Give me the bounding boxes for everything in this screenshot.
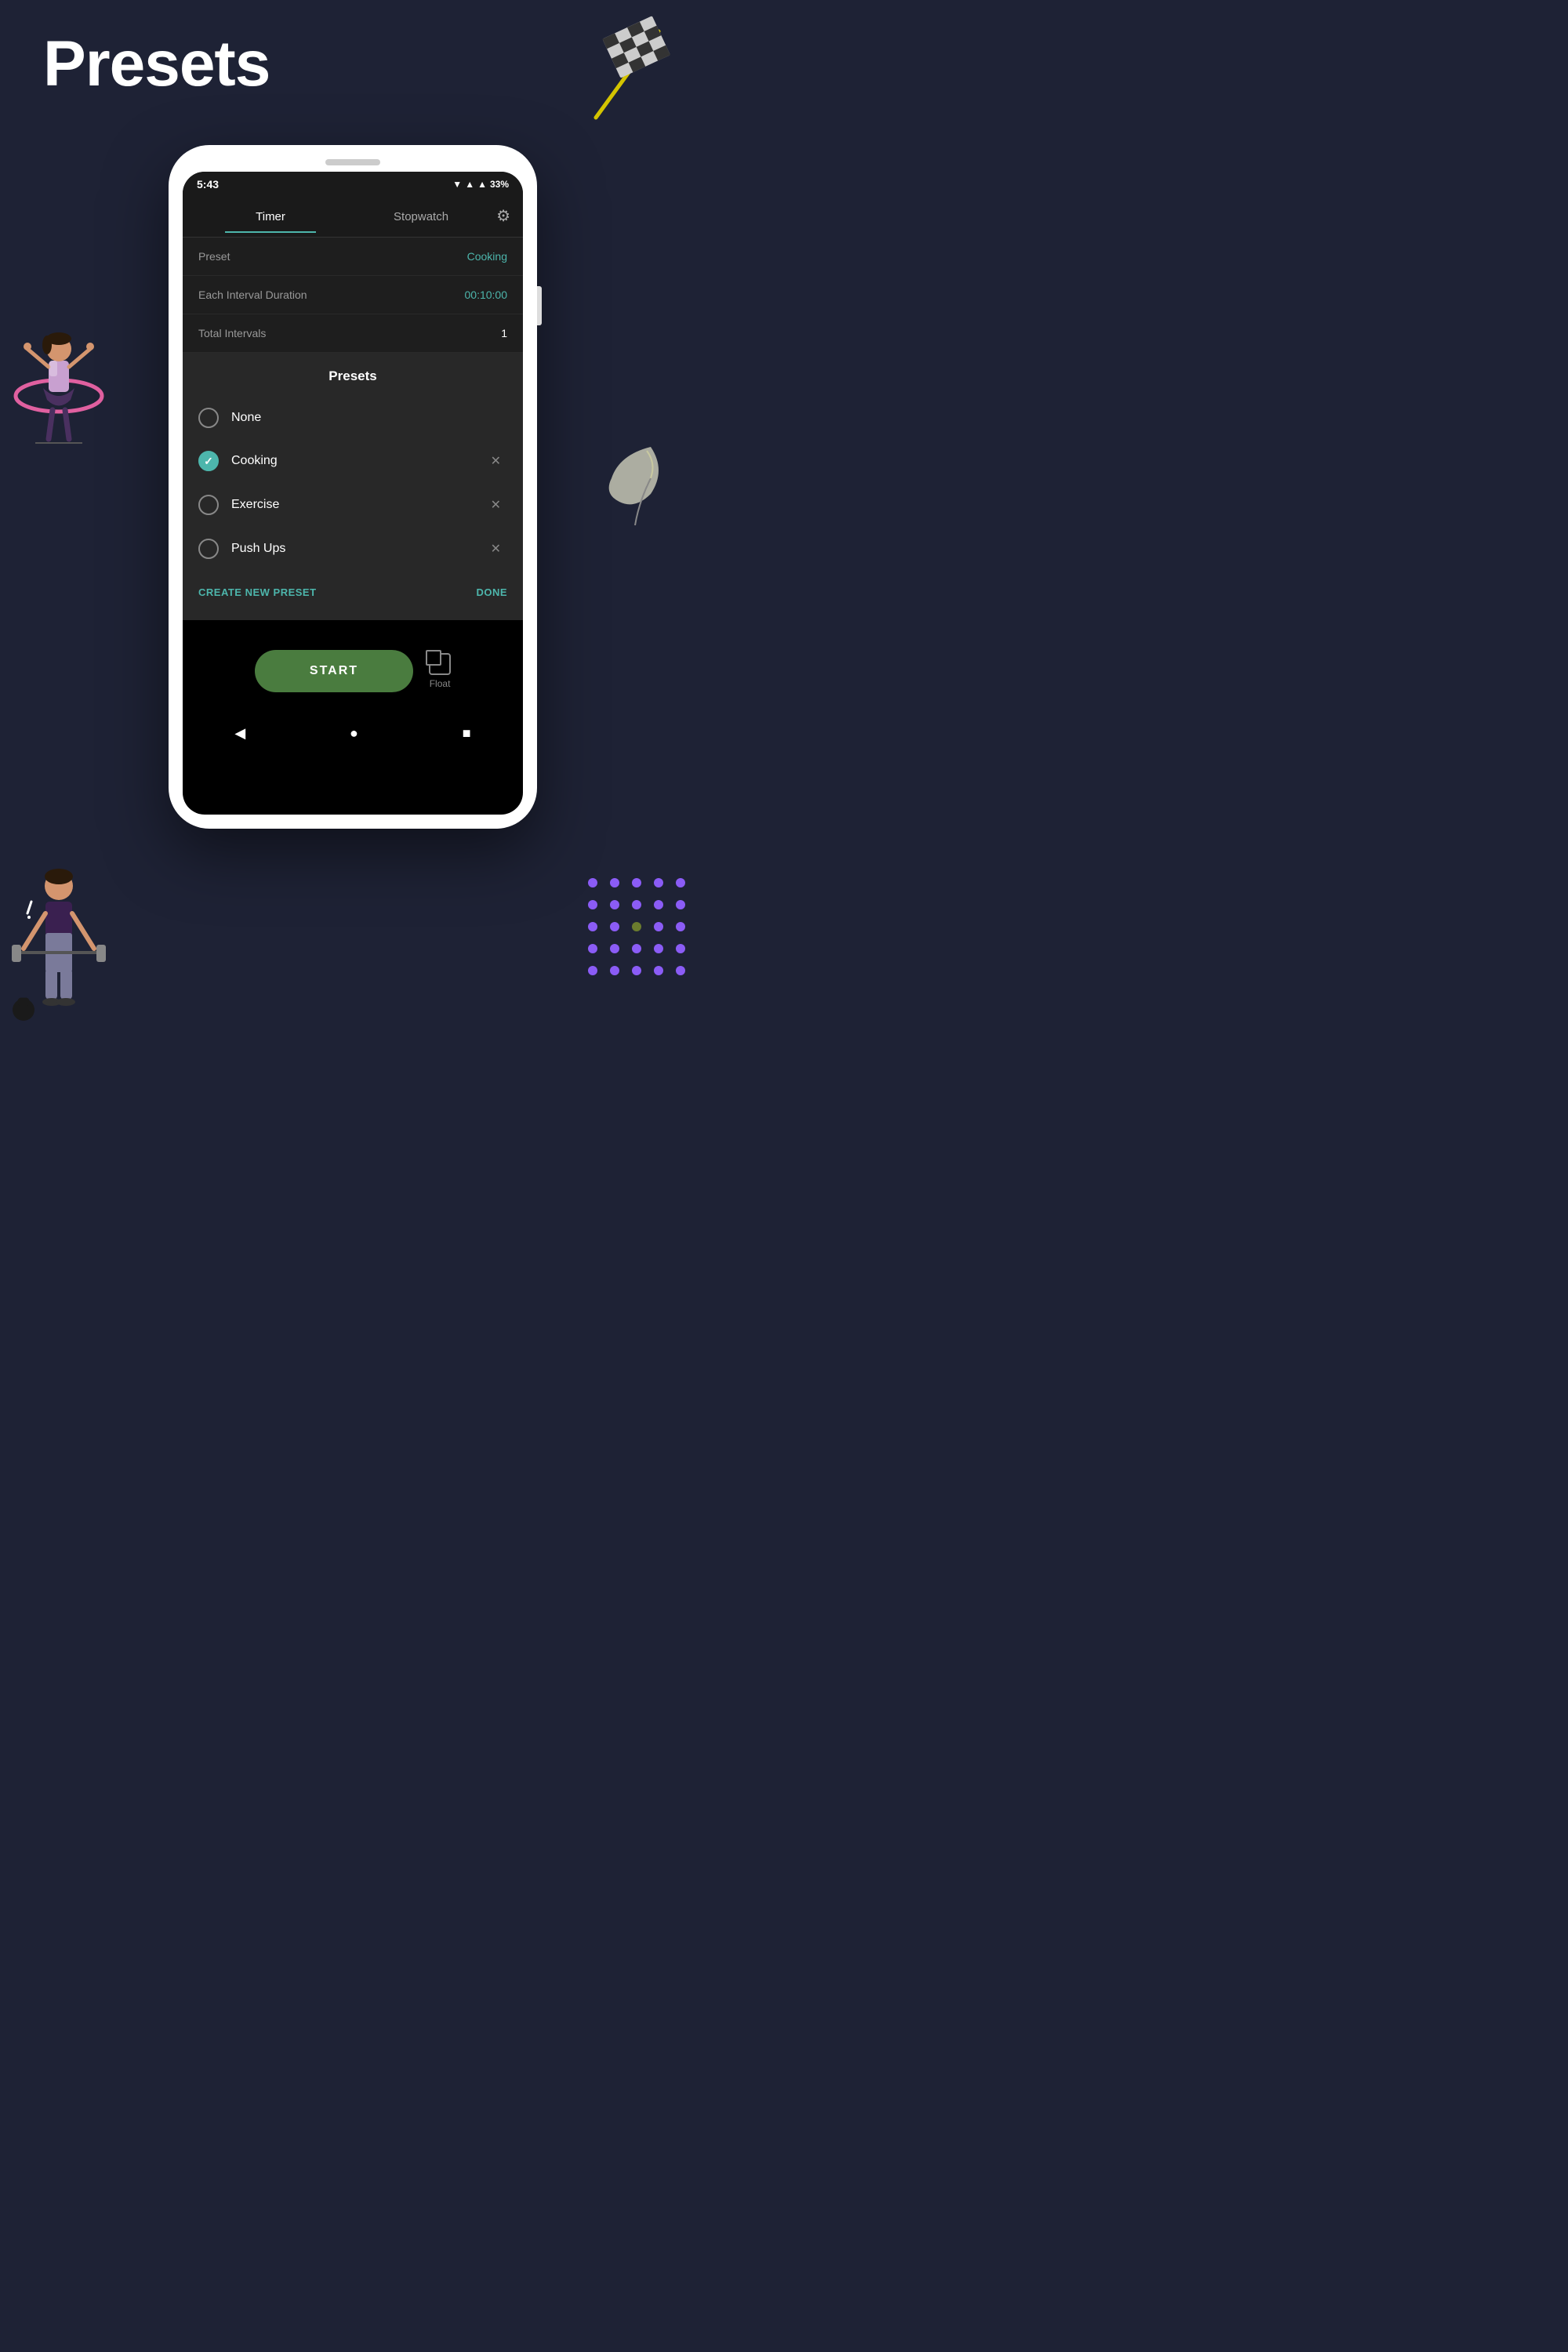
delete-exercise-button[interactable]: ✕	[485, 494, 507, 516]
weightlifter-illustration	[8, 855, 110, 1011]
preset-row[interactable]: Preset Cooking	[183, 238, 523, 276]
preset-value: Cooking	[467, 250, 507, 263]
preset-radio-exercise[interactable]	[198, 495, 219, 515]
dot	[610, 966, 619, 975]
start-button[interactable]: START	[255, 650, 413, 692]
recents-button[interactable]: ■	[463, 725, 471, 742]
dot	[588, 944, 597, 953]
signal-icon: ▲	[465, 179, 474, 190]
presets-modal: Presets None Cooking ✕ Exercise ✕	[183, 353, 523, 620]
preset-label: Preset	[198, 250, 230, 263]
dot	[676, 922, 685, 931]
presets-modal-footer: CREATE NEW PRESET DONE	[183, 571, 523, 604]
phone-side-button	[537, 286, 542, 325]
interval-label: Each Interval Duration	[198, 289, 307, 301]
float-label: Float	[430, 678, 451, 689]
preset-radio-pushups[interactable]	[198, 539, 219, 559]
leaf-decoration	[604, 439, 666, 533]
tab-stopwatch[interactable]: Stopwatch	[346, 199, 496, 233]
dot	[632, 878, 641, 887]
list-item[interactable]: Cooking ✕	[183, 439, 523, 483]
dots-decoration	[588, 878, 690, 980]
nav-tabs: Timer Stopwatch ⚙	[183, 195, 523, 238]
dot	[632, 922, 641, 931]
phone-frame: 5:43 ▼ ▲ ▲ 33% Timer Stopwatch ⚙ Preset …	[169, 145, 537, 829]
dot	[654, 966, 663, 975]
phone-screen: 5:43 ▼ ▲ ▲ 33% Timer Stopwatch ⚙ Preset …	[183, 172, 523, 815]
preset-radio-none[interactable]	[198, 408, 219, 428]
create-preset-button[interactable]: CREATE NEW PRESET	[198, 586, 317, 598]
total-intervals-value: 1	[501, 327, 507, 339]
signal-bars: ▲	[477, 179, 487, 190]
status-time: 5:43	[197, 178, 219, 191]
float-icon	[429, 653, 451, 675]
list-item[interactable]: None	[183, 397, 523, 439]
phone-speaker-area	[183, 159, 523, 165]
dot	[610, 944, 619, 953]
dot	[588, 900, 597, 909]
delete-pushups-button[interactable]: ✕	[485, 538, 507, 560]
hula-person-illustration	[8, 298, 110, 455]
dot	[610, 878, 619, 887]
dot	[654, 878, 663, 887]
system-nav-bar: ◀ ● ■	[183, 714, 523, 756]
list-item[interactable]: Exercise ✕	[183, 483, 523, 527]
flag-decoration	[572, 16, 682, 125]
dot	[632, 944, 641, 953]
dot	[676, 966, 685, 975]
preset-radio-cooking[interactable]	[198, 451, 219, 471]
delete-cooking-button[interactable]: ✕	[485, 450, 507, 472]
preset-name-pushups: Push Ups	[231, 542, 485, 556]
interval-value: 00:10:00	[465, 289, 508, 301]
dot	[588, 966, 597, 975]
total-intervals-label: Total Intervals	[198, 327, 266, 339]
dot	[676, 944, 685, 953]
dot	[676, 878, 685, 887]
phone-body: 5:43 ▼ ▲ ▲ 33% Timer Stopwatch ⚙ Preset …	[169, 145, 537, 829]
dot	[654, 944, 663, 953]
tab-timer[interactable]: Timer	[195, 199, 346, 233]
battery-level: 33%	[490, 179, 509, 190]
dot	[610, 922, 619, 931]
wifi-icon: ▼	[452, 179, 462, 190]
preset-name-exercise: Exercise	[231, 498, 485, 512]
float-button[interactable]: Float	[429, 653, 451, 689]
home-button[interactable]: ●	[350, 725, 358, 742]
presets-modal-title: Presets	[183, 353, 523, 397]
dot	[676, 900, 685, 909]
dot	[588, 922, 597, 931]
dot	[610, 900, 619, 909]
page-title: Presets	[43, 27, 270, 101]
dot	[588, 878, 597, 887]
dot	[654, 922, 663, 931]
status-icons: ▼ ▲ ▲ 33%	[452, 179, 509, 190]
preset-name-cooking: Cooking	[231, 454, 485, 468]
status-bar: 5:43 ▼ ▲ ▲ 33%	[183, 172, 523, 195]
preset-name-none: None	[231, 411, 507, 425]
list-item[interactable]: Push Ups ✕	[183, 527, 523, 571]
interval-duration-row[interactable]: Each Interval Duration 00:10:00	[183, 276, 523, 314]
dot	[632, 900, 641, 909]
settings-icon[interactable]: ⚙	[496, 195, 510, 237]
back-button[interactable]: ◀	[234, 725, 245, 742]
bottom-action-area: START Float	[183, 620, 523, 714]
dot	[654, 900, 663, 909]
dot	[632, 966, 641, 975]
timer-settings-panel: Preset Cooking Each Interval Duration 00…	[183, 238, 523, 353]
done-button[interactable]: DONE	[476, 586, 507, 598]
phone-speaker	[325, 159, 380, 165]
total-intervals-row[interactable]: Total Intervals 1	[183, 314, 523, 353]
